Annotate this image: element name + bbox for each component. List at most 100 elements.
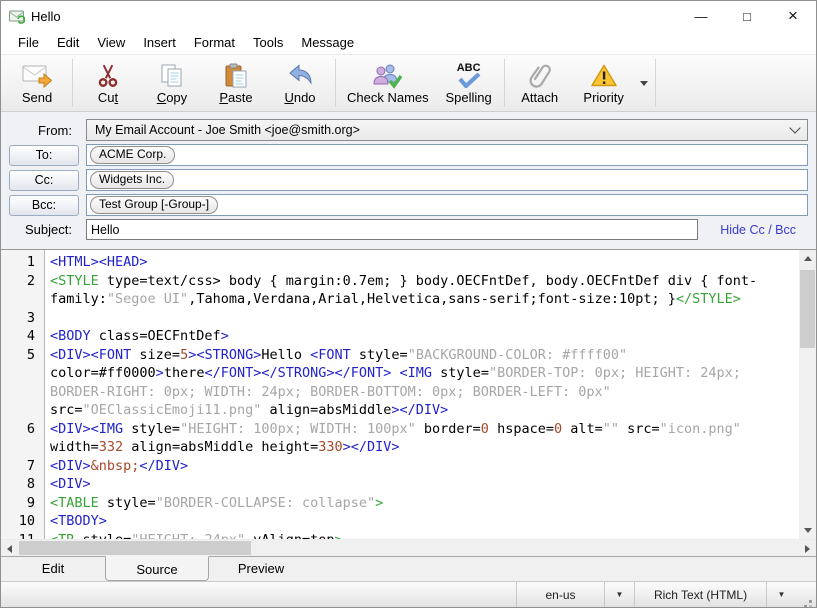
code-line-text: <TABLE style="BORDER-COLLAPSE: collapse"… [45,494,799,513]
priority-button[interactable]: Priority [572,57,636,109]
horizontal-scroll-thumb[interactable] [19,541,251,555]
copy-label: Copy [157,90,187,105]
triangle-up-icon [804,256,812,261]
language-dropdown-button[interactable]: ▼ [604,582,634,607]
send-button[interactable]: Send [5,57,69,109]
to-button[interactable]: To: [9,145,79,166]
horizontal-scrollbar[interactable] [1,539,816,556]
paperclip-icon [527,62,553,90]
code-line-text: <HTML><HEAD> [45,253,799,272]
code-line: 11<TR style="HEIGHT: 24px" vAlign=top> [1,531,799,540]
from-row: From: My Email Account - Joe Smith <joe@… [9,119,808,141]
bcc-row: Bcc: Test Group [-Group-] [9,194,808,216]
check-names-button[interactable]: Check Names [339,57,437,109]
language-indicator[interactable]: en-us [516,582,604,607]
window-title: Hello [31,9,61,24]
scroll-right-button[interactable] [799,540,816,556]
recipient-chip[interactable]: ACME Corp. [90,146,175,164]
scissors-icon [95,62,121,90]
line-number: 5 [1,346,45,420]
subject-row: Subject: Hide Cc / Bcc [9,219,808,240]
close-icon[interactable]: × [770,1,816,31]
paste-button[interactable]: Paste [204,57,268,109]
line-number: 2 [1,272,45,309]
tab-preview[interactable]: Preview [209,557,313,581]
triangle-down-icon [804,528,812,533]
from-account-select[interactable]: My Email Account - Joe Smith <joe@smith.… [86,119,808,141]
cc-row: Cc: Widgets Inc. [9,169,808,191]
code-line: 5<DIV><FONT size=5><STRONG>Hello <FONT s… [1,346,799,420]
subject-input[interactable] [86,219,698,240]
code-line: 6<DIV><IMG style="HEIGHT: 100px; WIDTH: … [1,420,799,457]
view-tabs: Edit Source Preview [1,556,816,581]
tab-source[interactable]: Source [105,556,209,581]
toolbar-separator [655,59,656,107]
spelling-label: Spelling [446,90,492,105]
code-line-text: <DIV>&nbsp;</DIV> [45,457,799,476]
copy-button[interactable]: Copy [140,57,204,109]
toolbar: Send Cut Copy [1,54,816,112]
line-number: 6 [1,420,45,457]
line-number: 4 [1,327,45,346]
code-line: 1<HTML><HEAD> [1,253,799,272]
recipient-chip[interactable]: Widgets Inc. [90,171,174,189]
code-line: 3 [1,309,799,328]
attach-button[interactable]: Attach [508,57,572,109]
scroll-left-button[interactable] [1,540,18,556]
dropdown-triangle-icon: ▼ [616,590,624,599]
undo-button[interactable]: Undo [268,57,332,109]
code-line-text: <BODY class=OECFntDef> [45,327,799,346]
cut-button[interactable]: Cut [76,57,140,109]
vertical-scrollbar[interactable] [799,250,816,539]
menu-edit[interactable]: Edit [48,33,88,52]
send-label: Send [22,90,52,105]
format-dropdown-button[interactable]: ▼ [766,582,796,607]
bcc-field[interactable]: Test Group [-Group-] [86,194,808,216]
hide-cc-bcc-link[interactable]: Hide Cc / Bcc [720,223,796,237]
line-number: 10 [1,512,45,531]
vertical-scroll-thumb[interactable] [800,270,815,348]
to-row: To: ACME Corp. [9,144,808,166]
send-mail-icon [22,62,52,90]
scroll-down-button[interactable] [799,522,816,539]
menu-message[interactable]: Message [292,33,363,52]
code-line-text: <DIV><FONT size=5><STRONG>Hello <FONT st… [45,346,799,420]
format-indicator[interactable]: Rich Text (HTML) [634,582,766,607]
scroll-up-button[interactable] [799,250,816,267]
code-line-text: <STYLE type=text/css> body { margin:0.7e… [45,272,799,309]
cc-field[interactable]: Widgets Inc. [86,169,808,191]
code-line: 2<STYLE type=text/css> body { margin:0.7… [1,272,799,309]
menu-view[interactable]: View [88,33,134,52]
statusbar: en-us ▼ Rich Text (HTML) ▼ [1,581,816,607]
resize-grip[interactable] [796,582,816,607]
spelling-button[interactable]: ABC Spelling [437,57,501,109]
people-check-icon [372,62,404,90]
code-line: 8<DIV> [1,475,799,494]
menu-file[interactable]: File [9,33,48,52]
copy-pages-icon [159,62,185,90]
code-line-text [45,309,799,328]
recipient-chip[interactable]: Test Group [-Group-] [90,196,218,214]
menu-tools[interactable]: Tools [244,33,292,52]
line-number: 8 [1,475,45,494]
attach-label: Attach [521,90,558,105]
line-number: 1 [1,253,45,272]
code-line: 9<TABLE style="BORDER-COLLAPSE: collapse… [1,494,799,513]
address-header: From: My Email Account - Joe Smith <joe@… [1,112,816,249]
code-viewport[interactable]: 1<HTML><HEAD>2<STYLE type=text/css> body… [1,250,799,539]
to-field[interactable]: ACME Corp. [86,144,808,166]
cc-button[interactable]: Cc: [9,170,79,191]
compose-window: Hello — □ × File Edit View Insert Format… [0,0,817,608]
chevron-down-icon [789,122,800,133]
undo-label: Undo [284,90,315,105]
bcc-button[interactable]: Bcc: [9,195,79,216]
maximize-icon[interactable]: □ [724,1,770,31]
priority-dropdown-button[interactable] [636,57,652,109]
titlebar: Hello — □ × [1,1,816,31]
menu-insert[interactable]: Insert [134,33,185,52]
code-line-text: <TR style="HEIGHT: 24px" vAlign=top> [45,531,799,540]
tab-edit[interactable]: Edit [1,557,105,581]
menu-format[interactable]: Format [185,33,244,52]
toolbar-separator [504,59,505,107]
minimize-icon[interactable]: — [678,1,724,31]
